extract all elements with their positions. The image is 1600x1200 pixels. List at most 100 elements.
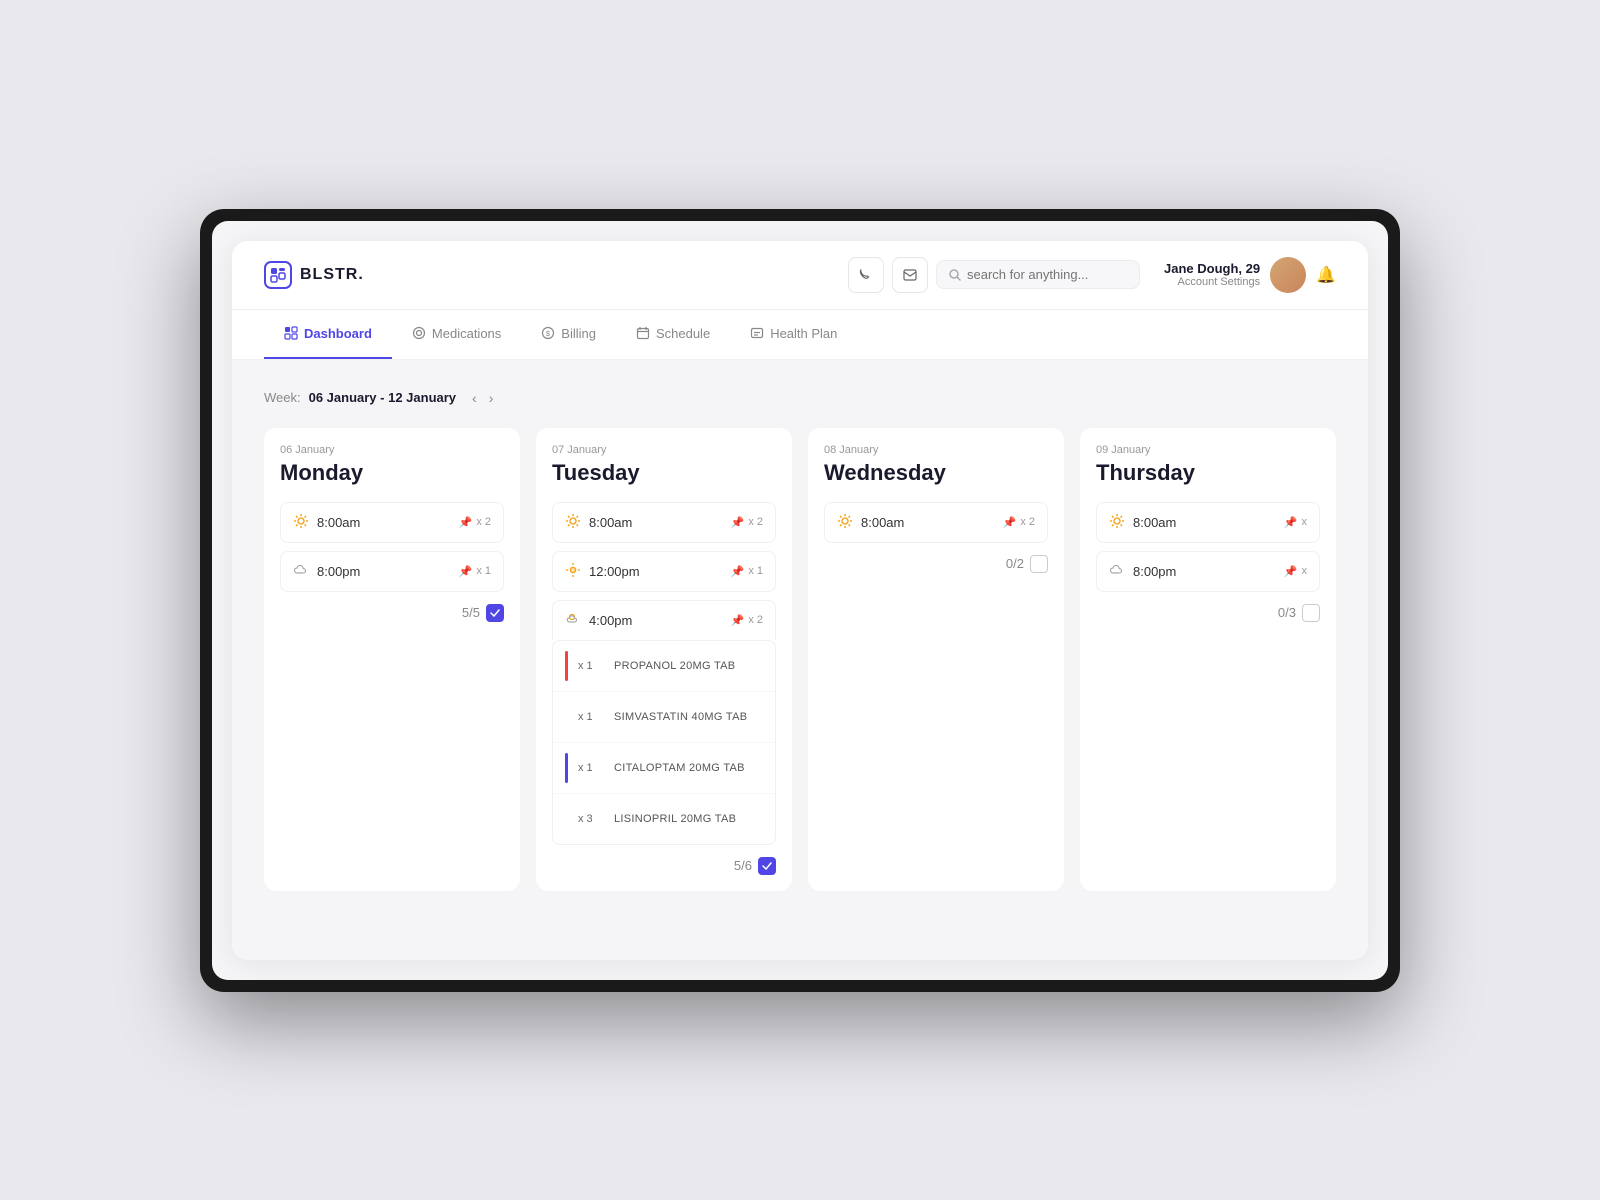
svg-text:$: $ — [546, 331, 550, 338]
count-thu-0: x — [1302, 516, 1308, 528]
cloud-icon-mon-1 — [293, 562, 309, 581]
logo-icon — [264, 261, 292, 289]
time-text-tue-0: 8:00am — [589, 515, 632, 530]
med-name-3: LISINOPRIL 20MG TAB — [614, 813, 736, 825]
sun-icon-mon-0 — [293, 513, 309, 532]
time-text-tue-1: 12:00pm — [589, 564, 640, 579]
phone-icon — [859, 268, 873, 282]
logo: BLSTR. — [264, 261, 364, 289]
day-name-thursday: Thursday — [1096, 460, 1320, 486]
time-text-thu-1: 8:00pm — [1133, 564, 1176, 579]
search-input[interactable] — [967, 267, 1127, 282]
device-screen: BLSTR. — [212, 221, 1388, 980]
time-slot-monday-0[interactable]: 8:00am 📌 x 2 — [280, 502, 504, 543]
calendar-grid: 06 January Monday — [264, 428, 1336, 891]
pin-icon-tue-1: 📌 — [731, 565, 745, 578]
week-next-button[interactable]: › — [485, 388, 498, 408]
week-header: Week: 06 January - 12 January ‹ › — [264, 388, 1336, 408]
check-monday[interactable] — [486, 604, 504, 622]
week-label: Week: — [264, 390, 301, 405]
pin-icon-tue-2: 📌 — [731, 614, 745, 627]
medication-list: x 1 PROPANOL 20MG TAB x 1 SIMVASTATIN 40… — [552, 640, 776, 845]
day-column-wednesday: 08 January Wednesday — [808, 428, 1064, 891]
med-indicator-blue — [565, 753, 568, 783]
time-slot-tuesday-2[interactable]: 4:00pm 📌 x 2 — [552, 600, 776, 640]
week-range: 06 January - 12 January — [309, 390, 456, 405]
score-wednesday: 0/2 — [1006, 556, 1024, 571]
day-date-wednesday: 08 January — [824, 444, 1048, 456]
day-footer-thursday: 0/3 — [1096, 604, 1320, 622]
pin-icon-mon-1: 📌 — [459, 565, 473, 578]
mail-button[interactable] — [892, 257, 928, 293]
nav-item-health-plan[interactable]: Health Plan — [730, 310, 857, 359]
week-prev-button[interactable]: ‹ — [468, 388, 481, 408]
med-indicator-red — [565, 651, 568, 681]
nav-item-medications[interactable]: Medications — [392, 310, 521, 359]
med-name-2: CITALOPTAM 20MG TAB — [614, 762, 745, 774]
time-text-mon-1: 8:00pm — [317, 564, 360, 579]
user-info: Jane Dough, 29 Account Settings 🔔 — [1164, 257, 1336, 293]
nav-item-schedule[interactable]: Schedule — [616, 310, 730, 359]
nav-item-billing[interactable]: $ Billing — [521, 310, 616, 359]
med-item-0: x 1 PROPANOL 20MG TAB — [553, 641, 775, 692]
header: BLSTR. — [232, 241, 1368, 310]
time-slot-tuesday-1[interactable]: 12:00pm 📌 x 1 — [552, 551, 776, 592]
device-frame: BLSTR. — [200, 209, 1400, 992]
billing-icon: $ — [541, 326, 555, 340]
pin-icon-mon-0: 📌 — [459, 516, 473, 529]
logo-text: BLSTR. — [300, 266, 364, 284]
week-nav: ‹ › — [468, 388, 497, 408]
bell-icon[interactable]: 🔔 — [1316, 265, 1336, 285]
med-item-2: x 1 CITALOPTAM 20MG TAB — [553, 743, 775, 794]
day-footer-wednesday: 0/2 — [824, 555, 1048, 573]
sun-icon-wed-0 — [837, 513, 853, 532]
pin-icon-thu-1: 📌 — [1284, 565, 1298, 578]
time-text-mon-0: 8:00am — [317, 515, 360, 530]
pin-icon-wed-0: 📌 — [1003, 516, 1017, 529]
time-slot-monday-1[interactable]: 8:00pm 📌 x 1 — [280, 551, 504, 592]
header-actions: Jane Dough, 29 Account Settings 🔔 — [848, 257, 1336, 293]
day-column-tuesday: 07 January Tuesday — [536, 428, 792, 891]
med-qty-0: x 1 — [578, 660, 602, 672]
partly-cloudy-icon-tue-2 — [565, 611, 581, 630]
check-thursday[interactable] — [1302, 604, 1320, 622]
time-slot-thursday-1[interactable]: 8:00pm 📌 x — [1096, 551, 1320, 592]
schedule-icon — [636, 326, 650, 340]
time-slot-thursday-0[interactable]: 8:00am 📌 x — [1096, 502, 1320, 543]
cloud-icon-thu-1 — [1109, 562, 1125, 581]
med-indicator-gray-3 — [565, 804, 568, 834]
day-date-tuesday: 07 January — [552, 444, 776, 456]
nav-label-medications: Medications — [432, 326, 501, 341]
account-settings-link[interactable]: Account Settings — [1164, 276, 1260, 288]
med-qty-3: x 3 — [578, 813, 602, 825]
pin-icon-thu-0: 📌 — [1284, 516, 1298, 529]
pin-icon-tue-0: 📌 — [731, 516, 745, 529]
check-tuesday[interactable] — [758, 857, 776, 875]
day-column-monday: 06 January Monday — [264, 428, 520, 891]
nav: Dashboard Medications $ Billing — [232, 310, 1368, 360]
phone-button[interactable] — [848, 257, 884, 293]
day-name-monday: Monday — [280, 460, 504, 486]
time-slot-wednesday-0[interactable]: 8:00am 📌 x 2 — [824, 502, 1048, 543]
medications-icon — [412, 326, 426, 340]
search-icon — [949, 269, 961, 281]
sun-bright-icon-tue-1 — [565, 562, 581, 581]
check-wednesday[interactable] — [1030, 555, 1048, 573]
med-indicator-gray-1 — [565, 702, 568, 732]
count-mon-1: x 1 — [476, 565, 491, 577]
sun-icon-thu-0 — [1109, 513, 1125, 532]
nav-label-schedule: Schedule — [656, 326, 710, 341]
search-box — [936, 260, 1140, 289]
count-tue-1: x 1 — [748, 565, 763, 577]
med-item-1: x 1 SIMVASTATIN 40MG TAB — [553, 692, 775, 743]
med-qty-2: x 1 — [578, 762, 602, 774]
med-item-3: x 3 LISINOPRIL 20MG TAB — [553, 794, 775, 844]
content: Week: 06 January - 12 January ‹ › 06 Jan… — [232, 360, 1368, 960]
day-footer-monday: 5/5 — [280, 604, 504, 622]
nav-item-dashboard[interactable]: Dashboard — [264, 310, 392, 359]
score-monday: 5/5 — [462, 605, 480, 620]
nav-label-dashboard: Dashboard — [304, 326, 372, 341]
time-slot-tuesday-0[interactable]: 8:00am 📌 x 2 — [552, 502, 776, 543]
day-date-monday: 06 January — [280, 444, 504, 456]
count-tue-2: x 2 — [748, 614, 763, 626]
